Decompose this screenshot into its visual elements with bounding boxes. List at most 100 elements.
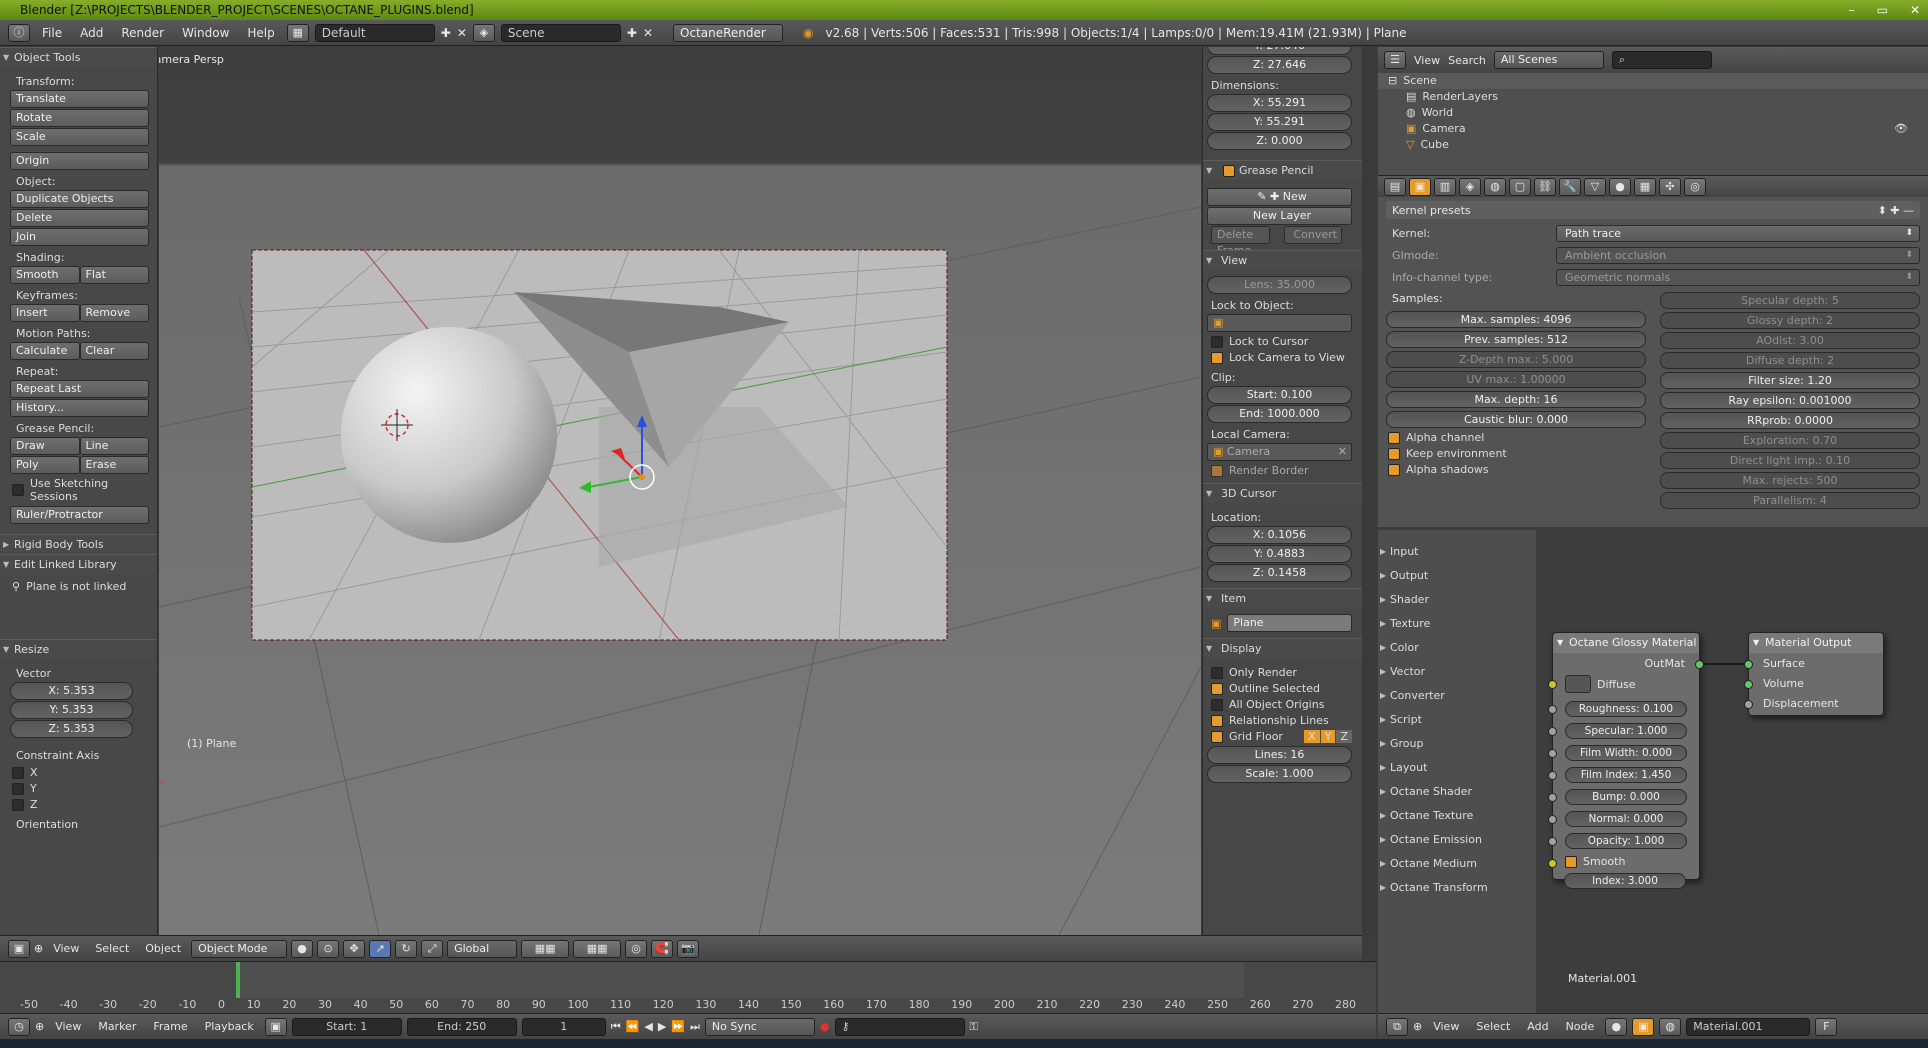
insert-keyframe-icon[interactable]: ⚿ (970, 1020, 978, 1034)
scene-field[interactable]: Scene (500, 23, 621, 42)
outliner-filter-select[interactable]: All Scenes (1493, 51, 1604, 69)
close-button[interactable]: ✕ (1910, 0, 1920, 20)
lock-object-field[interactable]: ▣ (1207, 314, 1352, 332)
info-channel-select[interactable]: Geometric normals (1556, 268, 1920, 286)
clear-paths-button[interactable]: Clear (79, 342, 149, 360)
viewport-scene[interactable] (159, 47, 1201, 935)
panel-object-tools[interactable]: Object Tools (0, 47, 157, 68)
opacity-socket[interactable] (1548, 837, 1557, 846)
layers-tab-icon[interactable]: ▥ (1434, 178, 1456, 196)
node-cat-color[interactable]: Color (1378, 636, 1536, 660)
node-cat-shader[interactable]: Shader (1378, 588, 1536, 612)
only-render-checkbox[interactable] (1211, 666, 1223, 679)
node-node-menu[interactable]: Node (1560, 1020, 1601, 1033)
texture-nodes-icon[interactable]: ◍ (1659, 1017, 1682, 1036)
remove-keyframe-button[interactable]: Remove (79, 304, 149, 322)
panel-view[interactable]: View (1203, 250, 1362, 271)
delete-frame-button[interactable]: Delete Frame (1211, 226, 1270, 257)
smooth-button[interactable]: Smooth (10, 266, 80, 284)
timeline-view-menu[interactable]: View (49, 1020, 87, 1033)
outliner-view-menu[interactable]: View (1414, 54, 1440, 67)
clip-start-field[interactable]: Start: 0.100 (1207, 386, 1352, 404)
constraints-tab-icon[interactable]: ⛓ (1534, 178, 1556, 196)
record-icon[interactable]: ● (820, 1020, 830, 1033)
playback-menu[interactable]: Playback (199, 1020, 260, 1033)
scale-button[interactable]: Scale (10, 128, 149, 146)
outliner-item-cube[interactable]: ▽ Cube (1378, 137, 1928, 153)
info-editor-icon[interactable]: ⓘ (8, 23, 30, 42)
outliner-item-scene[interactable]: ⊟ Scene (1378, 73, 1928, 89)
region-scrollbar[interactable] (1362, 47, 1376, 935)
specular-depth-field[interactable]: Specular depth: 5 (1660, 292, 1920, 309)
new-layer-button[interactable]: New Layer (1207, 207, 1352, 225)
view-menu[interactable]: View (47, 942, 85, 955)
octane-glossy-node[interactable]: Octane Glossy Material OutMat Diffuse Ro… (1548, 632, 1704, 880)
node-cat-octane-shader[interactable]: Octane Shader (1378, 780, 1536, 804)
screen-layout-icon[interactable]: ▦ (286, 23, 309, 42)
grid-z-toggle[interactable]: Z (1336, 730, 1352, 743)
kernel-select[interactable]: Path trace (1556, 224, 1920, 242)
vector-x-field[interactable]: X: 5.353 (10, 682, 133, 700)
flat-button[interactable]: Flat (79, 266, 149, 284)
clear-camera-icon[interactable]: ✕ (1338, 444, 1347, 460)
node-cat-layout[interactable]: Layout (1378, 756, 1536, 780)
render-preview-icon[interactable]: 📷 (677, 939, 700, 958)
render-border-checkbox[interactable] (1211, 464, 1223, 477)
delete-button[interactable]: Delete (10, 209, 149, 227)
fake-user-button[interactable]: F (1815, 1017, 1838, 1036)
shader-nodes-icon[interactable]: ● (1605, 1017, 1628, 1036)
rotate-manipulator-icon[interactable]: ↻ (395, 939, 418, 958)
node-cat-octane-texture[interactable]: Octane Texture (1378, 804, 1536, 828)
grid-scale-field[interactable]: Scale: 1.000 (1207, 765, 1352, 783)
glossy-node-title[interactable]: Octane Glossy Material (1553, 633, 1699, 653)
sync-select[interactable]: No Sync (704, 1017, 815, 1036)
node-cat-octane-transform[interactable]: Octane Transform (1378, 876, 1536, 900)
timeline[interactable]: -50 -40 -30 -20 -10 0 10 20 30 40 50 60 70 80 90 100 110… (0, 961, 1376, 1013)
film-width-socket[interactable] (1548, 749, 1557, 758)
snap-icon[interactable]: 🧲 (651, 939, 674, 958)
outliner-search-menu[interactable]: Search (1448, 54, 1486, 67)
minimize-button[interactable]: – (1849, 0, 1855, 20)
prev-samples-field[interactable]: Prev. samples: 512 (1386, 331, 1646, 348)
node-editor-canvas[interactable]: Octane Glossy Material OutMat Diffuse Ro… (1536, 530, 1928, 1014)
item-name-field[interactable]: Plane (1227, 614, 1352, 632)
repeat-last-button[interactable]: Repeat Last (10, 380, 149, 398)
node-cat-output[interactable]: Output (1378, 564, 1536, 588)
frame-menu[interactable]: Frame (147, 1020, 193, 1033)
diffuse-color-swatch[interactable] (1565, 675, 1591, 693)
smooth-checkbox[interactable] (1565, 855, 1577, 868)
constraint-x-checkbox[interactable] (12, 766, 24, 779)
film-width-field[interactable]: Film Width: 0.000 (1565, 745, 1687, 761)
remove-scene-icon[interactable]: ✕ (643, 26, 653, 40)
current-frame-field[interactable]: 1 (521, 1017, 606, 1036)
gp-draw-button[interactable]: Draw (10, 437, 80, 455)
add-layout-icon[interactable]: ✚ (441, 26, 451, 40)
grid-y-toggle[interactable]: Y (1320, 730, 1336, 743)
play-reverse-icon[interactable]: ◀ (644, 1020, 652, 1033)
menu-file[interactable]: File (36, 26, 68, 40)
properties-editor-icon[interactable]: ▤ (1384, 178, 1406, 196)
scene-icon[interactable]: ◈ (472, 23, 495, 42)
gp-line-button[interactable]: Line (79, 437, 149, 455)
node-cat-vector[interactable]: Vector (1378, 660, 1536, 684)
select-menu[interactable]: Select (89, 942, 135, 955)
gp-new-button[interactable]: ✎ ✚ New (1207, 188, 1352, 206)
specular-socket[interactable] (1548, 727, 1557, 736)
grid-floor-checkbox[interactable] (1211, 730, 1223, 743)
manipulator-icon[interactable]: ✥ (343, 939, 366, 958)
lock-to-cursor-checkbox[interactable] (1211, 335, 1223, 348)
mode-select[interactable]: Object Mode (191, 939, 288, 958)
normal-socket[interactable] (1548, 815, 1557, 824)
node-cat-script[interactable]: Script (1378, 708, 1536, 732)
grid-x-toggle[interactable]: X (1304, 730, 1320, 743)
dimension-z-field[interactable]: Z: 0.000 (1207, 132, 1352, 150)
outmat-socket[interactable] (1695, 660, 1704, 669)
keying-set-field[interactable]: ⚷ (834, 1017, 965, 1036)
volume-socket[interactable] (1744, 680, 1753, 689)
end-frame-field[interactable]: End: 250 (406, 1017, 517, 1036)
calculate-paths-button[interactable]: Calculate (10, 342, 80, 360)
parallelism-field[interactable]: Parallelism: 4 (1660, 492, 1920, 509)
cursor-z-field[interactable]: Z: 0.1458 (1207, 564, 1352, 582)
node-cat-texture[interactable]: Texture (1378, 612, 1536, 636)
zdepth-max-field[interactable]: Z-Depth max.: 5.000 (1386, 351, 1646, 368)
